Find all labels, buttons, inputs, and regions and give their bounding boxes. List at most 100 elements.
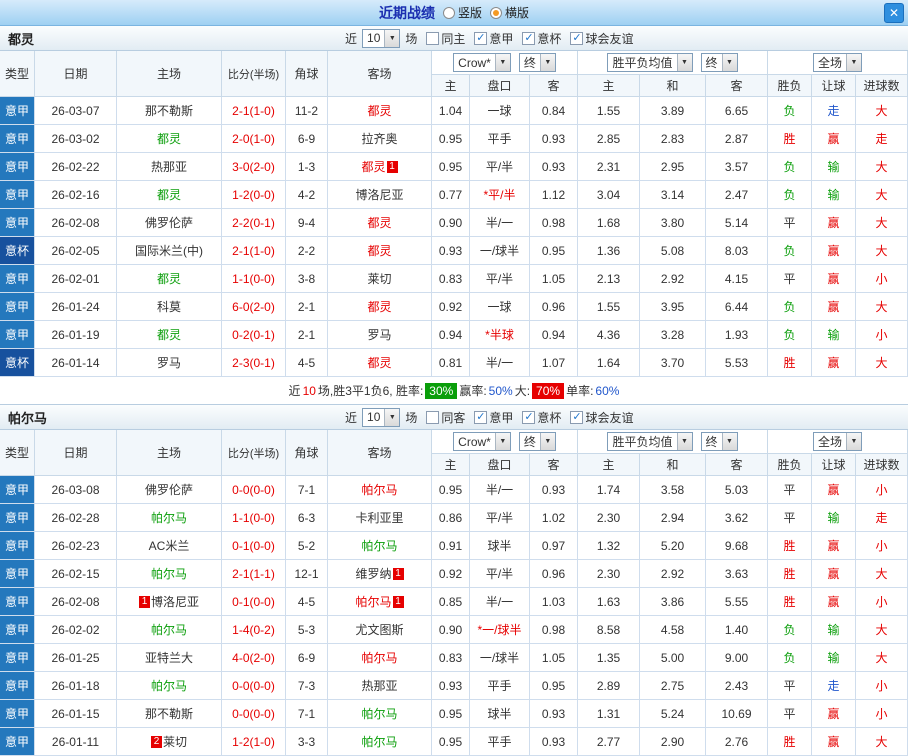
checkbox-icon[interactable]	[570, 31, 584, 45]
team-name-text: 佛罗伦萨	[144, 483, 193, 497]
odds-away-cell: 0.95	[530, 237, 578, 265]
col-goals: 进球数	[856, 75, 908, 97]
handicap-cell: 球半	[470, 532, 530, 560]
avg-away-cell: 2.87	[706, 125, 768, 153]
checkbox-icon[interactable]	[522, 410, 536, 424]
odds-source-select[interactable]: Crow* ▼	[453, 53, 511, 72]
avg-draw-cell: 5.20	[640, 532, 706, 560]
result-cell: 胜	[768, 349, 812, 377]
avg-draw-cell: 3.86	[640, 588, 706, 616]
odds-source-select[interactable]: Crow* ▼	[453, 432, 511, 451]
score-cell: 1-2(0-0)	[222, 181, 286, 209]
team-name-text: 热那亚	[150, 160, 187, 174]
team-name-text: 都灵	[156, 132, 181, 146]
checkbox-icon[interactable]	[474, 410, 488, 424]
avg-home-cell: 2.30	[578, 504, 640, 532]
match-row: 意甲 26-02-08 1 博洛尼亚 0-1(0-0) 4-5 帕尔马 1 0.85 半/一 1.0…	[0, 588, 908, 616]
checkbox-label: 同主	[441, 31, 466, 46]
date-cell: 26-02-28	[35, 504, 117, 532]
summary-segment: 60%	[595, 383, 620, 398]
goals-cell: 小	[856, 321, 908, 349]
table-header: 类型 日期 主场 比分(半场) 角球 客场 Crow* ▼ 终 ▼ 胜平负均值 ▼ 终…	[0, 51, 908, 97]
team-name-text: 拉齐奥	[361, 132, 398, 146]
titlebar-center: 近期战绩 竖版 横版	[379, 3, 529, 23]
score-cell: 2-3(0-1)	[222, 349, 286, 377]
checkbox-icon[interactable]	[522, 31, 536, 45]
checkbox-icon[interactable]	[570, 410, 584, 424]
recent-count-select[interactable]: 10 ▼	[362, 28, 401, 48]
odds-away-cell: 0.97	[530, 532, 578, 560]
result-cell: 负	[768, 321, 812, 349]
handicap-cell: 平手	[470, 125, 530, 153]
home-team-cell: 佛罗伦萨	[117, 209, 222, 237]
checkbox-icon[interactable]	[474, 31, 488, 45]
team-name-text: 都灵	[367, 216, 392, 230]
radio-icon[interactable]	[442, 6, 455, 19]
avg-home-cell: 2.13	[578, 265, 640, 293]
handicap-cell: 球半	[470, 700, 530, 728]
date-cell: 26-02-22	[35, 153, 117, 181]
red-card-badge: 1	[392, 595, 404, 608]
result-cell: 胜	[768, 125, 812, 153]
away-team-cell: 帕尔马	[328, 728, 432, 756]
avg-away-cell: 1.40	[706, 616, 768, 644]
games-label: 场	[405, 410, 418, 425]
team-name-text: 帕尔马	[361, 483, 398, 497]
team-name-text: 那不勒斯	[144, 104, 193, 118]
home-team-cell: 帕尔马	[117, 560, 222, 588]
team-name-text: 都灵	[361, 160, 386, 174]
team-name-text: 都灵	[367, 356, 392, 370]
checkbox-icon[interactable]	[426, 31, 440, 45]
odds-away-cell: 0.94	[530, 321, 578, 349]
avg-odds-select[interactable]: 胜平负均值 ▼	[607, 53, 693, 72]
team-name-text: 帕尔马	[361, 735, 398, 749]
avg-away-cell: 1.93	[706, 321, 768, 349]
team-name-text: 帕尔马	[361, 539, 398, 553]
avg-home-cell: 1.35	[578, 644, 640, 672]
avg-state-select[interactable]: 终 ▼	[700, 432, 738, 451]
handicap-result-cell: 赢	[812, 728, 856, 756]
result-cell: 负	[768, 644, 812, 672]
avg-away-cell: 2.47	[706, 181, 768, 209]
match-row: 意甲 26-02-23 AC米兰 0-1(0-0) 5-2 帕尔马 0.91 球半 0.97 1.…	[0, 532, 908, 560]
avg-state-select[interactable]: 终 ▼	[700, 53, 738, 72]
odds-home-cell: 0.83	[432, 265, 470, 293]
close-button[interactable]: ✕	[884, 3, 904, 23]
scope-select[interactable]: 全场 ▼	[812, 432, 862, 451]
col-corners: 角球	[286, 430, 328, 476]
team-name-text: 都灵	[156, 328, 181, 342]
col-handicap-result: 让球	[812, 75, 856, 97]
checkbox-same-away: 同客	[426, 409, 465, 426]
corners-cell: 7-3	[286, 672, 328, 700]
avg-away-cell: 3.63	[706, 560, 768, 588]
avg-away-cell: 3.57	[706, 153, 768, 181]
result-cell: 平	[768, 672, 812, 700]
scope-select[interactable]: 全场 ▼	[812, 53, 862, 72]
home-team-cell: 2 莱切	[117, 728, 222, 756]
checkbox-italy-cup: 意杯	[522, 409, 561, 426]
goals-cell: 走	[856, 504, 908, 532]
score-cell: 2-0(1-0)	[222, 125, 286, 153]
summary-segment: 近	[288, 384, 301, 398]
recent-count-select[interactable]: 10 ▼	[362, 407, 401, 427]
avg-away-cell: 6.44	[706, 293, 768, 321]
radio-horizontal-option[interactable]: 横版	[490, 4, 529, 21]
handicap-cell: 平手	[470, 672, 530, 700]
col-home: 主场	[117, 430, 222, 476]
avg-odds-select[interactable]: 胜平负均值 ▼	[607, 432, 693, 451]
chevron-down-icon: ▼	[676, 433, 692, 450]
checkbox-serie-a: 意甲	[474, 409, 513, 426]
odds-state-select[interactable]: 终 ▼	[518, 432, 556, 451]
radio-icon[interactable]	[490, 6, 502, 19]
avg-away-cell: 9.00	[706, 644, 768, 672]
result-cell: 平	[768, 700, 812, 728]
league-cell: 意甲	[0, 560, 35, 588]
odds-home-cell: 0.94	[432, 321, 470, 349]
radio-vertical-option[interactable]: 竖版	[442, 4, 482, 21]
handicap-result-cell: 赢	[812, 237, 856, 265]
col-avg-home: 主	[578, 75, 640, 97]
handicap-cell: 一球	[470, 293, 530, 321]
checkbox-icon[interactable]	[426, 410, 440, 424]
handicap-cell: 半/一	[470, 349, 530, 377]
odds-state-select[interactable]: 终 ▼	[518, 53, 556, 72]
